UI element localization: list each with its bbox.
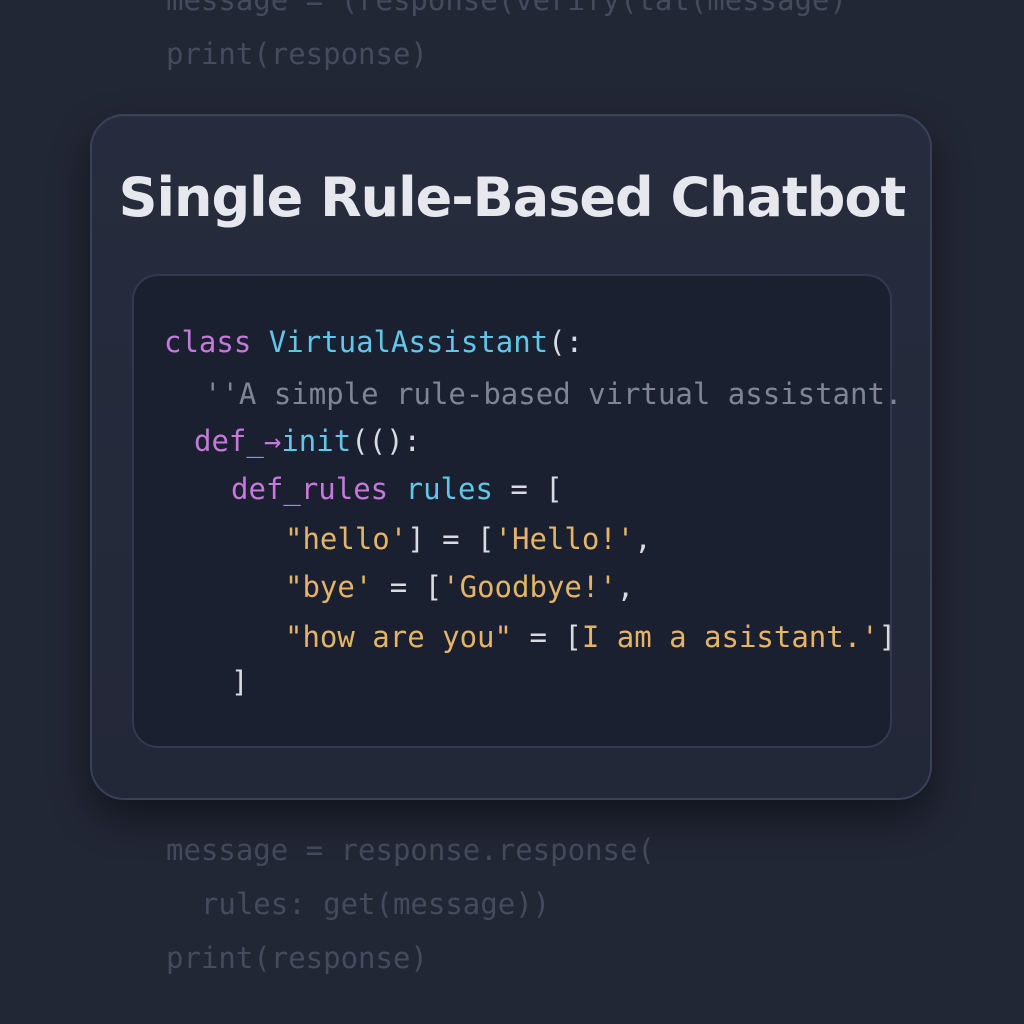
keyword-def: def [194, 424, 247, 458]
card-title: Single Rule-Based Chatbot [118, 166, 907, 229]
code-line-closing-bracket: ] [231, 662, 248, 702]
code-line-rule-hello: "hello'] = ['Hello!', [285, 519, 652, 559]
rule-value: 'Goodbye!' [442, 570, 617, 604]
code-line-rule-how-are-you: "how are you" = [I am a asistant.'] [285, 617, 896, 657]
punctuation: , [634, 522, 652, 556]
background-code-line: message = response.response( [166, 833, 655, 867]
background-code-line: print(response) [166, 941, 428, 975]
punctuation: = [ [492, 472, 563, 506]
background-code-line: message = (response(verify(tat(message) [166, 0, 847, 17]
code-line-docstring: ''A simple rule-based virtual assistant. [204, 374, 902, 414]
rule-key: "bye' [285, 570, 373, 604]
rule-value: I am a asistant.' [581, 620, 879, 654]
background-code-line: print(response) [166, 37, 428, 71]
variable-rules: rules [405, 472, 493, 506]
background-code-line: rules: get(message)) [166, 887, 551, 921]
code-line-rules: def_rules rules = [ [231, 469, 563, 509]
punctuation: , [616, 570, 635, 604]
code-line-class-declaration: class VirtualAssistant(: [164, 322, 583, 362]
punctuation: ] [878, 620, 897, 654]
code-line-init: def_→init((): [194, 421, 421, 461]
arrow-connector: _→ [246, 424, 282, 458]
rule-key: "how are you" [285, 620, 512, 654]
punctuation: ] = [ [407, 522, 495, 556]
punctuation: ((): [351, 424, 421, 458]
docstring: ''A simple rule-based virtual assistant. [204, 377, 903, 411]
class-name: VirtualAssistant [268, 325, 549, 359]
keyword-class: class [164, 325, 252, 359]
code-line-rule-bye: "bye' = ['Goodbye!', [285, 567, 634, 607]
rule-value: 'Hello!' [494, 522, 635, 556]
keyword-def-rules: def_rules [231, 472, 389, 506]
function-name: init [281, 424, 352, 458]
punctuation: (: [548, 325, 584, 359]
punctuation: = [ [511, 620, 582, 654]
rule-key: "hello' [285, 522, 408, 556]
punctuation: = [ [372, 570, 443, 604]
closing-bracket: ] [231, 665, 249, 699]
